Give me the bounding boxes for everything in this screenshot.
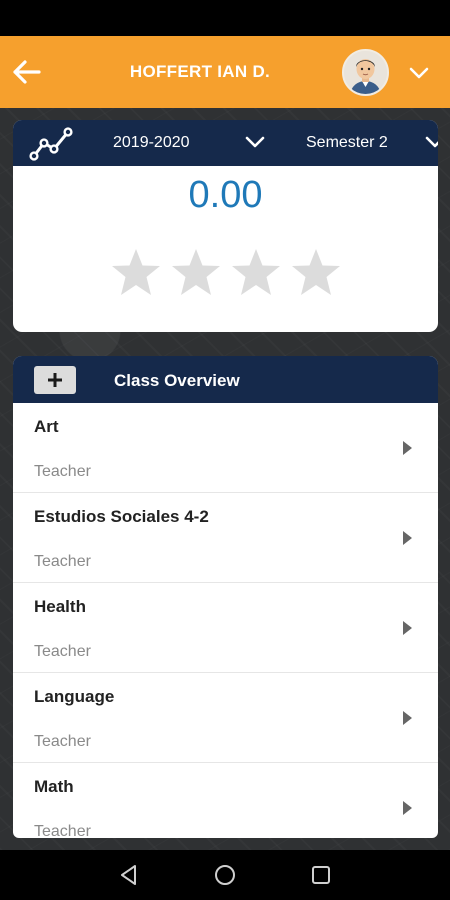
user-switch-dropdown[interactable] [404, 58, 434, 88]
chevron-down-icon[interactable] [423, 132, 438, 152]
back-triangle-icon[interactable] [117, 863, 141, 887]
plus-icon [48, 373, 62, 387]
semester-select[interactable]: Semester 2 [306, 134, 388, 152]
school-year-select[interactable]: 2019-2020 [113, 134, 190, 152]
caret-right-icon [403, 531, 412, 545]
student-avatar-icon [344, 51, 387, 94]
gpa-value: 0.00 [188, 174, 263, 216]
student-name-title: HOFFERT IAN D. [129, 62, 271, 81]
star-icon [232, 249, 280, 295]
avatar[interactable] [342, 49, 389, 96]
class-overview-header: Class Overview [13, 356, 438, 403]
class-name: Language [34, 687, 115, 706]
star-icon [292, 249, 340, 295]
chevron-down-icon[interactable] [243, 132, 267, 152]
class-row-estudios-sociales[interactable]: Estudios Sociales 4-2 Teacher [13, 493, 438, 583]
class-row-language[interactable]: Language Teacher [13, 673, 438, 763]
star-rating [110, 247, 342, 297]
gpa-card: 2019-2020 Semester 2 0.00 [13, 120, 438, 332]
class-teacher: Teacher [34, 553, 91, 570]
class-overview-card: Class Overview Art Teacher Estudios Soci… [13, 356, 438, 838]
caret-right-icon [403, 711, 412, 725]
caret-right-icon [403, 801, 412, 815]
class-name: Estudios Sociales 4-2 [34, 507, 209, 526]
class-teacher: Teacher [34, 643, 91, 660]
trend-chart-icon[interactable] [29, 125, 75, 161]
caret-right-icon [403, 621, 412, 635]
class-row-art[interactable]: Art Teacher [13, 403, 438, 493]
recents-square-icon[interactable] [309, 863, 333, 887]
system-navigation-bar [0, 850, 450, 900]
chevron-down-icon [409, 67, 429, 79]
class-row-health[interactable]: Health Teacher [13, 583, 438, 673]
class-row-math[interactable]: Math Teacher [13, 763, 438, 838]
class-teacher: Teacher [34, 733, 91, 750]
app-bar: HOFFERT IAN D. [0, 36, 450, 108]
star-icon [172, 249, 220, 295]
home-circle-icon[interactable] [213, 863, 237, 887]
class-overview-title: Class Overview [114, 371, 240, 390]
status-bar [0, 0, 450, 36]
gpa-card-header: 2019-2020 Semester 2 [13, 120, 438, 166]
class-name: Health [34, 597, 86, 616]
class-teacher: Teacher [34, 463, 91, 480]
add-class-button[interactable] [34, 366, 76, 394]
class-name: Art [34, 417, 59, 436]
star-icon [112, 249, 160, 295]
caret-right-icon [403, 441, 412, 455]
class-teacher: Teacher [34, 823, 91, 838]
class-name: Math [34, 777, 74, 796]
